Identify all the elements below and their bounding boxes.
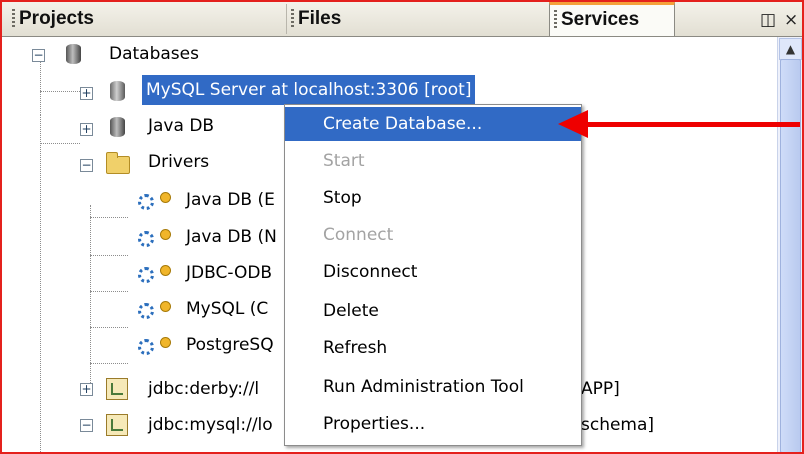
annotation-arrow-head-icon [558,110,588,138]
tree-node-label-tail: APP] [581,379,620,399]
driver-small-gear-icon [160,229,171,240]
tab-files[interactable]: Files [286,4,549,34]
menu-item-create-database[interactable]: Create Database... [285,107,581,141]
vertical-scrollbar[interactable]: ▲ [777,37,802,452]
expand-icon[interactable]: + [80,87,93,100]
close-icon[interactable]: × [784,10,798,30]
driver-gear-icon [138,231,154,247]
tree-node-label: Databases [109,44,199,64]
menu-item-start: Start [323,151,365,171]
scroll-up-icon[interactable]: ▲ [779,38,802,60]
menu-item-connect: Connect [323,225,394,245]
tree-node-label: Drivers [148,152,210,172]
collapse-icon[interactable]: − [32,49,45,62]
tree-node-label: jdbc:mysql://lo [148,415,273,435]
tree-node-label: jdbc:derby://l [148,379,260,399]
scrollbar-thumb[interactable] [780,59,801,452]
annotation-arrow-shaft [582,122,800,127]
collapse-icon[interactable]: − [80,419,93,432]
tree-node-label: Java DB [148,116,215,136]
database-server-icon [110,81,125,101]
tree-node-label-tail: schema] [581,415,655,435]
folder-icon [106,152,130,174]
driver-gear-icon [138,267,154,283]
tree-node-label: Java DB (E [186,190,275,210]
tab-services[interactable]: Services [549,2,675,36]
tab-grip-icon [554,10,557,28]
menu-item-refresh[interactable]: Refresh [285,331,581,365]
expand-icon[interactable]: + [80,123,93,136]
minimize-window-icon[interactable]: ◫ [760,10,776,30]
driver-gear-icon [138,194,154,210]
tab-projects-label: Projects [19,8,94,29]
connection-icon [106,378,128,400]
database-icon [66,44,81,64]
context-menu: Create Database... Start Stop Connect Di… [284,104,582,446]
tab-grip-icon [12,9,15,27]
tab-files-label: Files [298,8,342,29]
driver-gear-icon [138,303,154,319]
tree-node-label: PostgreSQ [186,335,274,355]
tab-services-label: Services [561,9,640,30]
menu-item-disconnect[interactable]: Disconnect [285,255,581,289]
tab-grip-icon [291,9,294,27]
collapse-icon[interactable]: − [80,159,93,172]
driver-small-gear-icon [160,192,171,203]
services-window: Projects Files Services ◫ × − Databases … [0,0,804,454]
tree-node-label: MySQL Server at localhost:3306 [root] [142,75,476,105]
tab-projects[interactable]: Projects [8,4,278,34]
driver-small-gear-icon [160,301,171,312]
menu-item-properties[interactable]: Properties... [285,407,581,441]
menu-item-run-administration-tool[interactable]: Run Administration Tool [285,370,581,404]
expand-icon[interactable]: + [80,383,93,396]
tree-node-label: JDBC-ODB [186,263,273,283]
driver-gear-icon [138,339,154,355]
driver-small-gear-icon [160,265,171,276]
database-server-icon [110,117,125,137]
tree-node-label: Java DB (N [186,227,277,247]
tree-node-label: MySQL (C [186,299,269,319]
tab-bar: Projects Files Services ◫ × [2,2,802,37]
connection-icon [106,414,128,436]
menu-item-stop[interactable]: Stop [285,181,581,215]
menu-item-delete[interactable]: Delete [285,294,581,328]
driver-small-gear-icon [160,337,171,348]
